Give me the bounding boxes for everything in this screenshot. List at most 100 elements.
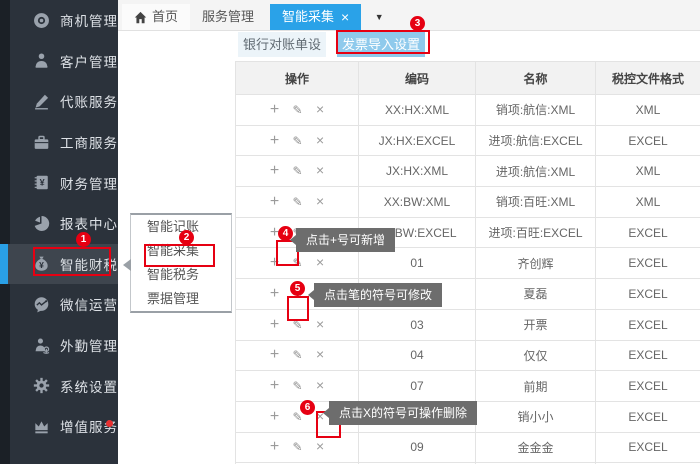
delete-icon[interactable]: × xyxy=(316,346,324,362)
chevron-down-icon: ▼ xyxy=(375,12,384,22)
name-cell: 仅仅 xyxy=(476,340,596,371)
table-row: + ✎ × JX:HX:XML 进项:航信:XML XML xyxy=(236,156,700,187)
table-row: + ✎ × 01 齐创辉 EXCEL xyxy=(236,248,700,279)
sidebar-item[interactable]: 微信运营 xyxy=(0,284,118,325)
subtab-bank-statement-settings[interactable]: 银行对账单设置 xyxy=(238,32,326,57)
add-icon[interactable]: + xyxy=(270,193,279,211)
top-tab-bar: 首页 服务管理 智能采集 × ▼ xyxy=(118,0,700,31)
sidebar-item-label: 微信运营 xyxy=(60,294,118,314)
sidebar-item[interactable]: 报表中心 xyxy=(0,203,118,244)
code-cell: 07 xyxy=(359,371,476,402)
edit-icon[interactable]: ✎ xyxy=(293,195,303,209)
sidebar-items: 商机管理 客户管理 代账服务 工商服务 ¥ 财务管理 报表中心 ¥ 智能财税 微… xyxy=(0,0,118,447)
edit-icon[interactable]: ✎ xyxy=(293,164,303,178)
delete-icon[interactable]: × xyxy=(316,101,324,117)
target-icon xyxy=(32,11,50,29)
submenu-item-bill-management[interactable]: 票据管理 xyxy=(131,287,231,311)
operations-cell: + ✎ × xyxy=(236,156,359,187)
format-cell: EXCEL xyxy=(596,217,700,248)
edit-icon[interactable]: ✎ xyxy=(293,134,303,148)
format-cell: EXCEL xyxy=(596,279,700,310)
add-icon[interactable]: + xyxy=(270,254,279,272)
tab-service-management[interactable]: 服务管理 xyxy=(190,4,266,30)
delete-icon[interactable]: × xyxy=(316,162,324,178)
subtab-invoice-import-settings[interactable]: 发票导入设置 xyxy=(337,32,425,57)
table-row: + ✎ × 09 金金金 EXCEL xyxy=(236,432,700,463)
delete-icon[interactable]: × xyxy=(316,254,324,270)
briefcase-icon xyxy=(32,133,50,151)
submenu-item-smart-bookkeeping[interactable]: 智能记账 xyxy=(131,215,231,239)
sidebar-item[interactable]: 客户管理 xyxy=(0,41,118,82)
sidebar-item[interactable]: 代账服务 xyxy=(0,81,118,122)
add-icon[interactable]: + xyxy=(270,408,279,426)
tab-smart-collection[interactable]: 智能采集 × xyxy=(270,4,361,30)
tooltip-delete: 点击X的符号可操作删除 xyxy=(329,401,477,425)
sidebar-item-label: 代账服务 xyxy=(60,91,118,111)
home-icon xyxy=(134,11,147,24)
tab-home[interactable]: 首页 xyxy=(122,4,190,30)
add-icon[interactable]: + xyxy=(270,101,279,119)
operations-cell: + ✎ × xyxy=(236,248,359,279)
format-cell: EXCEL xyxy=(596,371,700,402)
sidebar-item[interactable]: 外勤管理 xyxy=(0,325,118,366)
header-name: 名称 xyxy=(476,62,596,95)
sidebar: 商机管理 客户管理 代账服务 工商服务 ¥ 财务管理 报表中心 ¥ 智能财税 微… xyxy=(0,0,118,464)
add-icon[interactable]: + xyxy=(270,438,279,456)
add-icon[interactable]: + xyxy=(270,285,279,303)
table-row: + ✎ × 07 前期 EXCEL xyxy=(236,371,700,402)
code-cell: 09 xyxy=(359,432,476,463)
header-format: 税控文件格式 xyxy=(596,62,700,95)
close-icon[interactable]: × xyxy=(341,10,349,24)
add-icon[interactable]: + xyxy=(270,224,279,242)
pie-chart-icon xyxy=(32,214,50,232)
edit-icon[interactable]: ✎ xyxy=(293,379,303,393)
edit-icon[interactable]: ✎ xyxy=(293,348,303,362)
name-cell: 金金金 xyxy=(476,432,596,463)
sidebar-item-label: 智能财税 xyxy=(60,254,118,274)
svg-text:¥: ¥ xyxy=(39,260,44,270)
submenu-item-smart-tax[interactable]: 智能税务 xyxy=(131,263,231,287)
name-cell: 齐创辉 xyxy=(476,248,596,279)
format-cell: EXCEL xyxy=(596,248,700,279)
format-cell: EXCEL xyxy=(596,432,700,463)
edit-icon[interactable]: ✎ xyxy=(293,410,303,424)
edit-icon[interactable]: ✎ xyxy=(293,287,303,301)
name-cell: 销小小 xyxy=(476,401,596,432)
tooltip-add: 点击+号可新增 xyxy=(296,228,395,252)
delete-icon[interactable]: × xyxy=(316,316,324,332)
format-cell: EXCEL xyxy=(596,309,700,340)
add-icon[interactable]: + xyxy=(270,162,279,180)
format-cell: XML xyxy=(596,156,700,187)
tab-dropdown-button[interactable]: ▼ xyxy=(369,7,389,27)
sidebar-item-label: 系统设置 xyxy=(60,376,118,396)
sidebar-item[interactable]: ¥ 财务管理 xyxy=(0,162,118,203)
format-cell: EXCEL xyxy=(596,401,700,432)
sidebar-item[interactable]: 商机管理 xyxy=(0,0,118,41)
sidebar-item[interactable]: ¥ 智能财税 xyxy=(0,244,118,285)
add-icon[interactable]: + xyxy=(270,346,279,364)
sidebar-item[interactable]: 工商服务 xyxy=(0,122,118,163)
tooltip-edit: 点击笔的符号可修改 xyxy=(314,283,442,307)
format-cell: EXCEL xyxy=(596,125,700,156)
edit-icon[interactable]: ✎ xyxy=(293,440,303,454)
add-icon[interactable]: + xyxy=(270,132,279,150)
code-cell: 04 xyxy=(359,340,476,371)
edit-icon[interactable]: ✎ xyxy=(293,103,303,117)
add-icon[interactable]: + xyxy=(270,316,279,334)
delete-icon[interactable]: × xyxy=(316,132,324,148)
tab-smart-collection-label: 智能采集 xyxy=(282,4,334,30)
sidebar-item[interactable]: 增值服务 xyxy=(0,406,118,447)
delete-icon[interactable]: × xyxy=(316,438,324,454)
delete-icon[interactable]: × xyxy=(316,193,324,209)
wechat-icon xyxy=(32,295,50,313)
delete-icon[interactable]: × xyxy=(316,377,324,393)
name-cell: 进项:航信:EXCEL xyxy=(476,125,596,156)
submenu-item-smart-collection[interactable]: 智能采集 xyxy=(131,239,231,263)
add-icon[interactable]: + xyxy=(270,377,279,395)
edit-icon[interactable]: ✎ xyxy=(293,318,303,332)
format-cell: XML xyxy=(596,95,700,126)
code-cell: JX:HX:XML xyxy=(359,156,476,187)
sidebar-item[interactable]: 系统设置 xyxy=(0,365,118,406)
edit-icon[interactable]: ✎ xyxy=(293,256,303,270)
table-row: + ✎ × JX:HX:EXCEL 进项:航信:EXCEL EXCEL xyxy=(236,125,700,156)
